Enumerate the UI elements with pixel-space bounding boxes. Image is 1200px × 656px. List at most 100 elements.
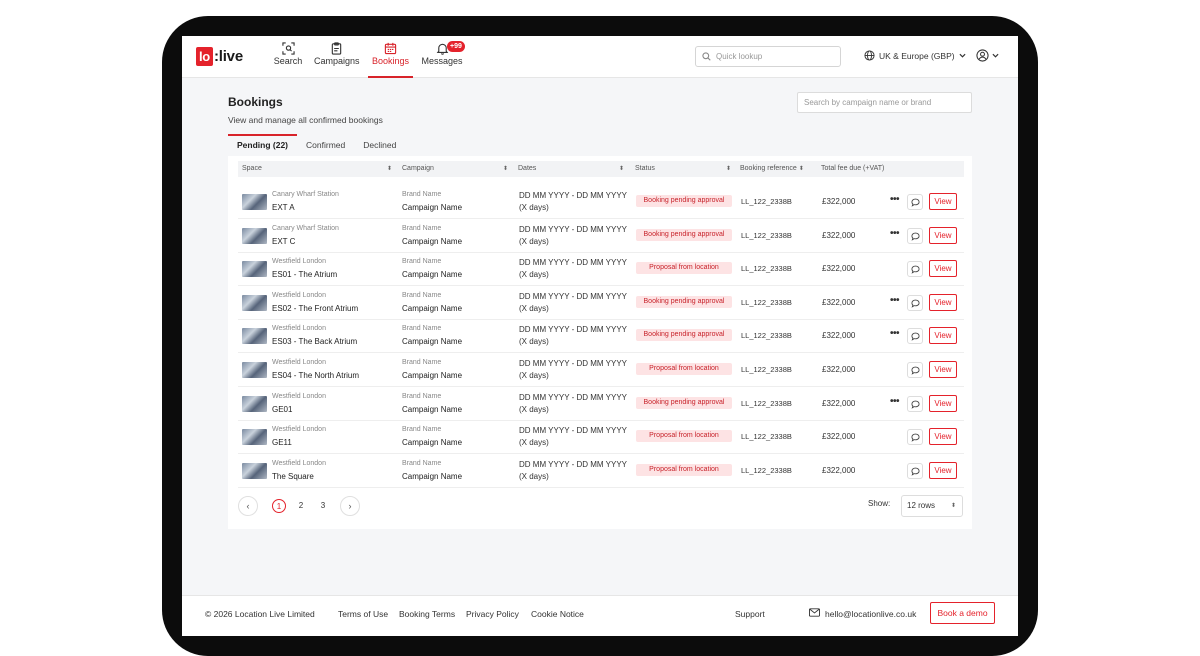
account-menu[interactable] xyxy=(976,49,999,62)
page-subtitle: View and manage all confirmed bookings xyxy=(228,115,383,125)
booking-reference: LL_122_2338B xyxy=(741,297,792,307)
footer-link-privacy[interactable]: Privacy Policy xyxy=(466,609,519,619)
chat-button[interactable] xyxy=(907,194,923,210)
nav-search[interactable]: Search xyxy=(273,42,303,78)
brand-name: Brand Name xyxy=(402,258,442,266)
space-thumbnail xyxy=(242,429,267,446)
show-label: Show: xyxy=(868,499,891,508)
view-button[interactable]: View xyxy=(929,394,957,412)
prev-page-button[interactable]: ‹ xyxy=(238,496,258,516)
space-name: GE01 xyxy=(272,404,293,414)
chat-button[interactable] xyxy=(907,362,923,378)
space-location: Westfield London xyxy=(272,426,326,434)
brand-name: Brand Name xyxy=(402,291,442,299)
logo-text: :live xyxy=(213,48,243,65)
chat-button[interactable] xyxy=(907,395,923,412)
view-button[interactable]: View xyxy=(929,327,957,345)
app-screen: lo :live Search Campaigns Bookings +99 M… xyxy=(182,36,1018,636)
view-button[interactable]: View xyxy=(929,260,957,278)
date-range: DD MM YYYY - DD MM YYYY xyxy=(519,291,628,301)
clipboard-icon xyxy=(331,42,341,55)
view-button[interactable]: View xyxy=(929,428,957,446)
more-actions-icon[interactable]: ••• xyxy=(890,295,900,306)
nav-messages[interactable]: +99 Messages xyxy=(421,41,465,78)
chat-button[interactable] xyxy=(907,328,923,345)
table-row: Westfield London ES03 - The Back Atrium Br… xyxy=(238,319,964,354)
column-header-dates[interactable]: Dates ⬍ xyxy=(518,161,624,177)
next-page-button[interactable]: › xyxy=(340,496,360,516)
scan-search-icon xyxy=(281,42,295,55)
space-thumbnail xyxy=(242,328,267,345)
space-thumbnail xyxy=(242,362,267,378)
column-header-status[interactable]: Status ⬍ xyxy=(635,161,731,177)
chat-button[interactable] xyxy=(907,227,923,244)
page-2-button[interactable]: 2 xyxy=(294,499,308,513)
sort-icon: ⬍ xyxy=(725,166,731,172)
quick-lookup-input[interactable]: Quick lookup xyxy=(695,46,841,67)
chat-button[interactable] xyxy=(907,429,923,446)
column-header-campaign[interactable]: Campaign ⬍ xyxy=(402,161,508,177)
tab-confirmed[interactable]: Confirmed xyxy=(297,134,354,156)
view-button[interactable]: View xyxy=(929,293,957,311)
page-1-button[interactable]: 1 xyxy=(272,499,286,513)
booking-reference: LL_122_2338B xyxy=(741,264,792,274)
chat-bubble-icon xyxy=(911,198,920,207)
bookings-search-input[interactable]: Search by campaign name or brand xyxy=(797,92,972,113)
view-button[interactable]: View xyxy=(929,461,957,479)
nav-campaigns[interactable]: Campaigns xyxy=(314,42,360,78)
column-header-booking-reference[interactable]: Booking reference ⬍ xyxy=(740,161,804,177)
table-row: Westfield London GE01 Brand Name Campaign N… xyxy=(238,387,964,421)
book-demo-button[interactable]: Book a demo xyxy=(930,602,995,624)
column-header-space[interactable]: Space ⬍ xyxy=(242,161,392,177)
campaign-name: Campaign Name xyxy=(402,404,463,414)
region-label: UK & Europe (GBP) xyxy=(879,50,955,61)
more-actions-icon[interactable]: ••• xyxy=(890,228,900,239)
search-placeholder: Search by campaign name or brand xyxy=(804,98,932,107)
status-badge: Proposal from location xyxy=(636,363,732,375)
page-3-button[interactable]: 3 xyxy=(316,499,330,513)
space-name: ES04 - The North Atrium xyxy=(272,371,359,380)
status-badge: Booking pending approval xyxy=(636,396,732,409)
footer-email[interactable]: hello@locationlive.co.uk xyxy=(825,609,916,619)
logo[interactable]: lo :live xyxy=(196,47,243,66)
campaign-name: Campaign Name xyxy=(402,236,463,246)
view-button[interactable]: View xyxy=(929,193,957,210)
view-button[interactable]: View xyxy=(929,361,957,378)
space-location: Westfield London xyxy=(272,291,326,299)
footer-support-link[interactable]: Support xyxy=(735,609,765,619)
footer-link-cookie[interactable]: Cookie Notice xyxy=(531,609,584,619)
space-location: Westfield London xyxy=(272,459,326,467)
date-duration: (X days) xyxy=(519,404,549,414)
footer-link-booking-terms[interactable]: Booking Terms xyxy=(399,609,455,619)
more-actions-icon[interactable]: ••• xyxy=(890,396,900,407)
rows-per-page-select[interactable]: 12 rows ⬍ xyxy=(901,495,963,517)
chat-button[interactable] xyxy=(907,261,923,278)
total-fee: £322,000 xyxy=(822,398,856,408)
bookings-table-card: Space ⬍ Campaign ⬍ Dates ⬍ Status ⬍ Booking … xyxy=(228,156,972,529)
campaign-name: Campaign Name xyxy=(402,471,463,481)
view-button[interactable]: View xyxy=(929,226,957,244)
status-badge: Booking pending approval xyxy=(636,329,732,342)
more-actions-icon[interactable]: ••• xyxy=(890,194,900,205)
nav-bookings[interactable]: Bookings xyxy=(368,42,413,78)
more-actions-icon[interactable]: ••• xyxy=(890,328,900,339)
chat-button[interactable] xyxy=(907,462,923,479)
tab-declined[interactable]: Declined xyxy=(354,134,405,156)
notification-badge: +99 xyxy=(447,41,465,52)
tab-pending[interactable]: Pending (22) xyxy=(228,134,298,156)
region-selector[interactable]: UK & Europe (GBP) xyxy=(864,50,966,61)
brand-name: Brand Name xyxy=(402,325,442,333)
campaign-name: Campaign Name xyxy=(402,371,463,380)
footer-link-terms[interactable]: Terms of Use xyxy=(338,609,388,619)
table-header: Space ⬍ Campaign ⬍ Dates ⬍ Status ⬍ Booking … xyxy=(238,161,964,177)
space-name: GE11 xyxy=(272,438,292,448)
booking-reference: LL_122_2338B xyxy=(741,398,792,408)
logo-mark: lo xyxy=(196,47,213,66)
footer-copyright: © 2026 Location Live Limited xyxy=(205,609,315,619)
nav-label: Messages xyxy=(421,56,463,66)
chat-button[interactable] xyxy=(907,294,923,311)
space-location: Westfield London xyxy=(272,359,326,366)
chat-bubble-icon xyxy=(911,333,920,342)
total-fee: £322,000 xyxy=(822,297,856,307)
table-row: Canary Wharf Station EXT A Brand Name Campa… xyxy=(238,185,964,219)
